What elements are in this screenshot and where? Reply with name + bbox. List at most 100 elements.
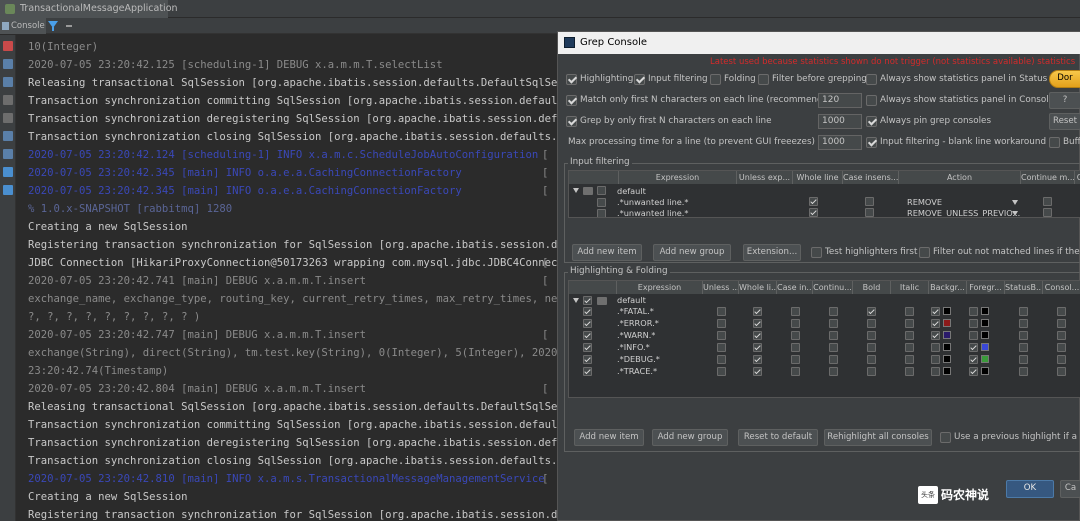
- whole-line-checkbox[interactable]: [753, 307, 762, 316]
- highlight-row-expression[interactable]: .*ERROR.*: [617, 318, 659, 329]
- italic-checkbox[interactable]: [905, 307, 914, 316]
- foreground-color-swatch[interactable]: [981, 343, 989, 351]
- background-color-swatch[interactable]: [943, 319, 951, 327]
- status-bar-checkbox[interactable]: [1019, 367, 1028, 376]
- background-color-swatch[interactable]: [943, 367, 951, 375]
- continue-matching-checkbox[interactable]: [1043, 208, 1052, 217]
- extension-button[interactable]: Extension...: [743, 244, 801, 261]
- background-checkbox[interactable]: [931, 331, 940, 340]
- background-checkbox[interactable]: [931, 307, 940, 316]
- background-checkbox[interactable]: [931, 367, 940, 376]
- col-header-expression[interactable]: Expression: [619, 171, 737, 184]
- input-filter-add-new-item-button[interactable]: Add new item: [572, 244, 642, 261]
- background-checkbox[interactable]: [931, 343, 940, 352]
- col-header-action[interactable]: Action: [899, 171, 1021, 184]
- background-color-swatch[interactable]: [943, 331, 951, 339]
- console-checkbox[interactable]: [1057, 307, 1066, 316]
- console-checkbox[interactable]: [1057, 331, 1066, 340]
- console-checkbox[interactable]: [1057, 367, 1066, 376]
- case-insensitive-checkbox[interactable]: [865, 197, 874, 206]
- trash-icon[interactable]: [3, 185, 13, 195]
- wrap-icon[interactable]: [3, 95, 13, 105]
- rehighlight-all-consoles-button[interactable]: Rehighlight all consoles: [824, 429, 932, 446]
- always-show-stats-console-checkbox[interactable]: Always show statistics panel in Console: [866, 93, 1054, 108]
- foreground-checkbox[interactable]: [969, 355, 978, 364]
- unless-checkbox[interactable]: [717, 331, 726, 340]
- action-dropdown-chevron-down-icon[interactable]: [1012, 200, 1018, 205]
- use-previous-highlight-checkbox[interactable]: Use a previous highlight if a lin: [940, 430, 1080, 445]
- highlight-row-expression[interactable]: .*INFO.*: [617, 342, 650, 353]
- unless-checkbox[interactable]: [717, 367, 726, 376]
- folding-checkbox[interactable]: Folding: [710, 72, 756, 87]
- continue-matching-checkbox[interactable]: [829, 367, 838, 376]
- scroll-down-icon[interactable]: [3, 77, 13, 87]
- col-header-whole-line[interactable]: Whole line: [793, 171, 843, 184]
- foreground-checkbox[interactable]: [969, 307, 978, 316]
- clear-icon[interactable]: [3, 41, 13, 51]
- console-tab[interactable]: Console: [0, 18, 46, 34]
- row-enabled-checkbox[interactable]: [583, 319, 592, 328]
- continue-matching-checkbox[interactable]: [829, 307, 838, 316]
- scroll-up-icon[interactable]: [3, 59, 13, 69]
- input-filter-row-expression[interactable]: .*unwanted line.*: [617, 208, 689, 217]
- console-checkbox[interactable]: [1057, 343, 1066, 352]
- col-header-case-insensitive[interactable]: Case insens...: [843, 171, 899, 184]
- input-filter-row-expression[interactable]: .*unwanted line.*: [617, 197, 689, 208]
- minimize-icon[interactable]: [66, 25, 72, 27]
- cancel-button[interactable]: Ca: [1060, 480, 1080, 498]
- col-header-continue-matching[interactable]: Continue m...: [1021, 171, 1075, 184]
- highlight-add-new-item-button[interactable]: Add new item: [574, 429, 644, 446]
- reset-to-default-button[interactable]: Reset to default: [738, 429, 818, 446]
- case-insensitive-checkbox[interactable]: [791, 307, 800, 316]
- row-enabled-checkbox[interactable]: [597, 198, 606, 207]
- col-header-c[interactable]: C: [1075, 171, 1080, 184]
- bold-checkbox[interactable]: [867, 343, 876, 352]
- highlight-add-new-group-button[interactable]: Add new group: [652, 429, 728, 446]
- whole-line-checkbox[interactable]: [753, 331, 762, 340]
- status-bar-checkbox[interactable]: [1019, 331, 1028, 340]
- bold-checkbox[interactable]: [867, 319, 876, 328]
- foreground-checkbox[interactable]: [969, 319, 978, 328]
- background-color-swatch[interactable]: [943, 355, 951, 363]
- filter-settings-icon[interactable]: [3, 149, 13, 159]
- ok-button[interactable]: OK: [1006, 480, 1054, 498]
- col-header-continue[interactable]: Continu...: [813, 281, 853, 294]
- always-show-stats-status-bar-checkbox[interactable]: Always show statistics panel in Status B…: [866, 72, 1065, 87]
- background-checkbox[interactable]: [931, 355, 940, 364]
- expand-triangle-icon[interactable]: [573, 298, 579, 303]
- case-insensitive-checkbox[interactable]: [791, 343, 800, 352]
- italic-checkbox[interactable]: [905, 343, 914, 352]
- highlighting-checkbox[interactable]: Highlighting: [566, 72, 633, 87]
- grep-icon[interactable]: [3, 167, 13, 177]
- highlight-row-expression[interactable]: .*DEBUG.*: [617, 354, 660, 365]
- highlight-row-expression[interactable]: .*WARN.*: [617, 330, 655, 341]
- foreground-color-swatch[interactable]: [981, 331, 989, 339]
- whole-line-checkbox[interactable]: [753, 367, 762, 376]
- foreground-checkbox[interactable]: [969, 343, 978, 352]
- console-checkbox[interactable]: [1057, 319, 1066, 328]
- italic-checkbox[interactable]: [905, 367, 914, 376]
- status-bar-checkbox[interactable]: [1019, 319, 1028, 328]
- whole-line-checkbox[interactable]: [753, 355, 762, 364]
- whole-line-checkbox[interactable]: [809, 208, 818, 217]
- bold-checkbox[interactable]: [867, 307, 876, 316]
- col-header-whole-line[interactable]: Whole li...: [739, 281, 777, 294]
- col-header-case-insensitive[interactable]: Case in...: [777, 281, 813, 294]
- input-filter-blank-line-checkbox[interactable]: Input filtering - blank line workaround: [866, 135, 1046, 150]
- continue-matching-checkbox[interactable]: [829, 355, 838, 364]
- highlight-row-expression[interactable]: .*FATAL.*: [617, 306, 654, 317]
- help-button[interactable]: ?: [1049, 92, 1080, 109]
- donate-button[interactable]: Dor: [1049, 70, 1080, 88]
- status-bar-checkbox[interactable]: [1019, 355, 1028, 364]
- match-only-first-n-checkbox[interactable]: Match only first N characters on each li…: [566, 93, 837, 108]
- italic-checkbox[interactable]: [905, 355, 914, 364]
- col-header-background[interactable]: Backgr...: [929, 281, 967, 294]
- input-filter-row-action[interactable]: REMOVE: [907, 197, 942, 208]
- case-insensitive-checkbox[interactable]: [791, 367, 800, 376]
- input-filter-row-action[interactable]: REMOVE_UNLESS_PREVIO...: [907, 208, 1020, 217]
- col-header-console[interactable]: Consol...: [1043, 281, 1080, 294]
- max-processing-time-input[interactable]: 1000: [818, 135, 862, 150]
- unless-checkbox[interactable]: [717, 307, 726, 316]
- console-checkbox[interactable]: [1057, 355, 1066, 364]
- action-dropdown-chevron-down-icon[interactable]: [1012, 211, 1018, 216]
